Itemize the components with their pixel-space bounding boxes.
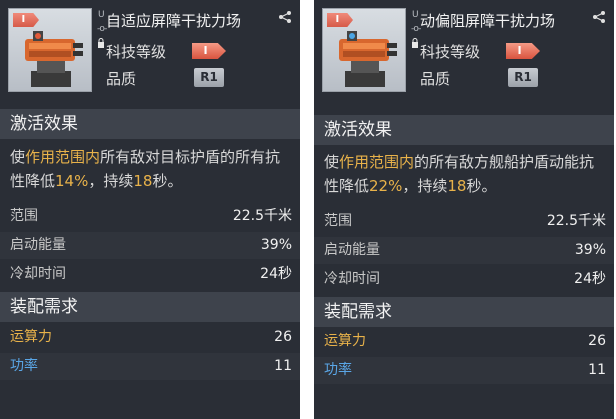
effect-description: 使作用范围内的所有敌方舰船护盾动能抗性降低22%，持续18秒。 <box>324 153 595 195</box>
requirements-header: 装配需求 <box>0 292 300 322</box>
req-row-compute: 运算力 26 <box>10 329 292 345</box>
module-thumbnail[interactable]: I <box>8 8 92 92</box>
quality-badge: R1 <box>508 68 538 87</box>
share-icon[interactable] <box>278 10 292 24</box>
tier-tag: I <box>327 13 353 27</box>
lock-icon <box>98 38 104 48</box>
stat-row-energy: 启动能量 39% <box>0 232 300 259</box>
share-icon[interactable] <box>592 10 606 24</box>
quality-label: 品质 <box>420 70 451 88</box>
tier-tag: I <box>13 13 39 27</box>
turret-module-icon <box>25 31 83 87</box>
link-mark: -o- <box>97 24 107 34</box>
effect-description: 使作用范围内所有敌对目标护盾的所有抗性降低14%，持续18秒。 <box>10 148 281 190</box>
turret-module-icon <box>339 31 397 87</box>
tech-level-badge: I <box>506 43 540 59</box>
tech-level-label: 科技等级 <box>420 43 481 61</box>
stat-row-energy: 启动能量 39% <box>314 237 614 264</box>
tech-level-label: 科技等级 <box>106 43 167 61</box>
effects-header: 激活效果 <box>0 109 300 139</box>
module-name: 动偏阻屏障干扰力场 <box>420 12 556 30</box>
stat-row-cooldown: 冷却时间 24秒 <box>10 266 292 282</box>
module-card-2: I U -o- 动偏阻屏障干扰力场 科技等级 I 品质 R1 激活效果 使作用范… <box>314 0 614 419</box>
req-row-power: 功率 11 <box>314 357 614 384</box>
quality-label: 品质 <box>106 70 137 88</box>
unique-mark: U <box>98 10 105 20</box>
requirements-header: 装配需求 <box>314 297 614 327</box>
req-row-power: 功率 11 <box>0 353 300 380</box>
req-row-compute: 运算力 26 <box>324 333 606 349</box>
stat-row-cooldown: 冷却时间 24秒 <box>324 271 606 287</box>
module-thumbnail[interactable]: I <box>322 8 406 92</box>
stat-row-range: 范围 22.5千米 <box>324 213 606 229</box>
stat-row-range: 范围 22.5千米 <box>10 208 292 224</box>
link-mark: -o- <box>411 24 421 34</box>
tech-level-badge: I <box>192 43 226 59</box>
unique-mark: U <box>412 10 419 20</box>
quality-badge: R1 <box>194 68 224 87</box>
lock-icon <box>412 38 418 48</box>
divider <box>302 0 312 419</box>
module-card-1: I U -o- 自适应屏障干扰力场 科技等级 I 品质 R1 激活效果 使作用范… <box>0 0 300 419</box>
module-name: 自适应屏障干扰力场 <box>106 12 242 30</box>
effects-header: 激活效果 <box>314 115 614 145</box>
